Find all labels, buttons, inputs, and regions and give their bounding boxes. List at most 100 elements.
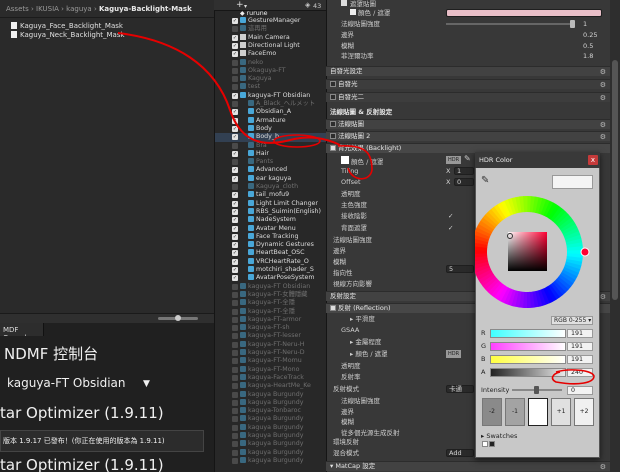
hierarchy-item[interactable]: kaguya Burgundy [240, 390, 303, 399]
channel-a-value[interactable]: 240 [567, 368, 593, 377]
hierarchy-item[interactable]: kaguya-FT-Mono [240, 365, 299, 374]
active-checkbox[interactable] [232, 374, 238, 381]
active-checkbox[interactable]: ✓ [232, 208, 238, 215]
blend-mode-select[interactable]: Add [446, 449, 474, 457]
active-checkbox[interactable] [232, 84, 238, 91]
hierarchy-item[interactable]: Kaguya [240, 75, 271, 83]
rim-color-field[interactable] [446, 9, 602, 17]
slider-handle[interactable] [534, 386, 539, 394]
active-checkbox[interactable]: ✓ [232, 92, 238, 99]
channel-r-value[interactable]: 191 [567, 329, 593, 338]
breadcrumb-assets[interactable]: Assets [6, 5, 29, 13]
hierarchy-item[interactable]: Directional Light [240, 41, 300, 50]
hierarchy-item[interactable]: kaguya-FT-全隱 [240, 307, 295, 316]
exposure-swatch[interactable]: +2 [574, 398, 594, 426]
color-mode-select[interactable]: RGB 0-255 ▾ [551, 316, 593, 325]
active-checkbox[interactable] [232, 358, 238, 365]
active-checkbox[interactable] [232, 101, 238, 107]
hierarchy-item[interactable]: GestureManager [240, 17, 300, 25]
hierarchy-item[interactable]: HeartBeat_OSC [248, 249, 305, 257]
texture-slot[interactable] [350, 9, 356, 15]
active-checkbox[interactable]: ✓ [232, 125, 238, 132]
hierarchy-item[interactable]: Advanced [248, 166, 287, 174]
active-checkbox[interactable] [232, 449, 238, 456]
hierarchy-item[interactable]: kaguya Burgundy [240, 398, 303, 407]
hierarchy-item[interactable]: kaguya-Tonbaroc [240, 407, 301, 415]
hierarchy-item[interactable]: 這再用 [240, 25, 267, 33]
active-checkbox[interactable]: ✓ [232, 150, 238, 157]
hierarchy-item[interactable]: Light Limit Changer [248, 199, 318, 208]
blur-value[interactable]: 0.5 [583, 42, 593, 50]
section-normal-map-2[interactable]: 法線貼圖 2 ⚙ [326, 131, 610, 141]
active-checkbox[interactable] [232, 399, 238, 406]
checkbox[interactable] [330, 121, 336, 127]
active-checkbox[interactable] [232, 291, 238, 298]
checkbox[interactable] [341, 0, 347, 6]
active-checkbox[interactable]: ✓ [232, 275, 238, 282]
active-checkbox[interactable]: ✓ [232, 34, 238, 41]
checkbox[interactable]: ✓ [448, 212, 453, 220]
close-icon[interactable]: x [588, 155, 598, 165]
inspector-scrollbar[interactable] [610, 0, 620, 472]
hierarchy-item[interactable]: test [240, 83, 260, 91]
active-checkbox[interactable]: ✓ [232, 192, 238, 199]
emission-1[interactable]: 自發光 ⚙ [326, 79, 610, 89]
hierarchy-item[interactable]: Kaguya_cloth [248, 183, 298, 191]
hierarchy-item[interactable]: Avatar Menu [248, 224, 296, 233]
file-neck-mask[interactable]: Kaguya_Neck_Backlight_Mask [11, 31, 125, 40]
layers-icon[interactable]: ◈ [305, 1, 310, 9]
eyedropper-icon[interactable]: ✎ [464, 154, 471, 163]
slider-handle[interactable] [570, 20, 575, 28]
checkbox[interactable] [330, 81, 336, 87]
active-checkbox[interactable]: ✓ [232, 51, 238, 58]
tab-ndmf-console[interactable]: MDF Console [0, 323, 44, 336]
active-checkbox[interactable] [232, 441, 238, 448]
hierarchy-item[interactable]: kaguya-FT-全隱 [240, 299, 295, 307]
exposure-swatch[interactable]: -1 [505, 398, 525, 426]
active-checkbox[interactable]: ✓ [232, 175, 238, 182]
hierarchy-item[interactable]: kaguya-FT-Neru-H [240, 340, 304, 349]
hierarchy-item[interactable]: kaguya-FT-Momu [240, 357, 302, 365]
hierarchy-item[interactable]: kaguya Burgundy [240, 440, 303, 448]
active-checkbox[interactable]: ✓ [232, 225, 238, 232]
active-checkbox[interactable] [232, 416, 238, 423]
hierarchy-item[interactable]: Dynamic Gestures [248, 241, 314, 249]
hue-handle[interactable] [580, 247, 590, 257]
chevron-down-icon[interactable]: ▼ [143, 379, 150, 389]
border-value[interactable]: 0.25 [583, 31, 597, 39]
hierarchy-item[interactable]: kaguya-FT-sh [240, 324, 290, 332]
hierarchy-item[interactable]: kaguya-HeartMe_Ke [240, 382, 311, 390]
avatar-select-value[interactable]: kaguya-FT Obsidian [7, 376, 126, 390]
channel-b-slider[interactable] [490, 355, 566, 364]
active-checkbox[interactable] [232, 283, 238, 290]
channel-g-value[interactable]: 191 [567, 342, 593, 351]
hierarchy-item[interactable]: kaguya-FaceTrack [240, 373, 304, 382]
gear-icon[interactable]: ⚙ [600, 463, 606, 472]
hierarchy-item[interactable]: kaguya-FT Obsidian [240, 91, 310, 100]
hierarchy-item[interactable]: Body_b [248, 133, 279, 141]
tiling-x-field[interactable]: 1 [454, 167, 474, 175]
hierarchy-item[interactable]: kaguya Burgundy [240, 456, 303, 465]
breadcrumb-ikusia[interactable]: IKUSIA [36, 5, 59, 13]
swatch[interactable] [482, 441, 488, 447]
exposure-swatch[interactable]: -2 [482, 398, 502, 426]
active-checkbox[interactable] [232, 383, 238, 390]
gear-icon[interactable]: ⚙ [600, 94, 606, 103]
active-checkbox[interactable] [232, 433, 238, 439]
hierarchy-item[interactable]: Main Camera [240, 33, 290, 42]
active-checkbox[interactable] [232, 316, 238, 323]
active-checkbox[interactable] [232, 424, 238, 431]
intensity-value[interactable]: 0 [567, 386, 593, 395]
hierarchy-item[interactable]: kaguya Burgundy [240, 448, 303, 457]
directivity-field[interactable]: 5 [446, 265, 474, 273]
checkbox[interactable] [330, 94, 336, 100]
gear-icon[interactable]: ⚙ [600, 293, 606, 302]
active-checkbox[interactable] [232, 333, 238, 340]
texture-slot[interactable] [341, 156, 349, 164]
chevron-down-icon[interactable]: ▾ [244, 3, 247, 10]
fresnel-value[interactable]: 1.8 [583, 52, 593, 60]
hierarchy-item[interactable]: kaguya-FT Obsidian [240, 282, 310, 291]
active-checkbox[interactable]: ✓ [232, 242, 238, 249]
hierarchy-item[interactable]: kaguya-FT-女體隱藏 [240, 290, 307, 299]
checkbox[interactable] [330, 305, 336, 311]
